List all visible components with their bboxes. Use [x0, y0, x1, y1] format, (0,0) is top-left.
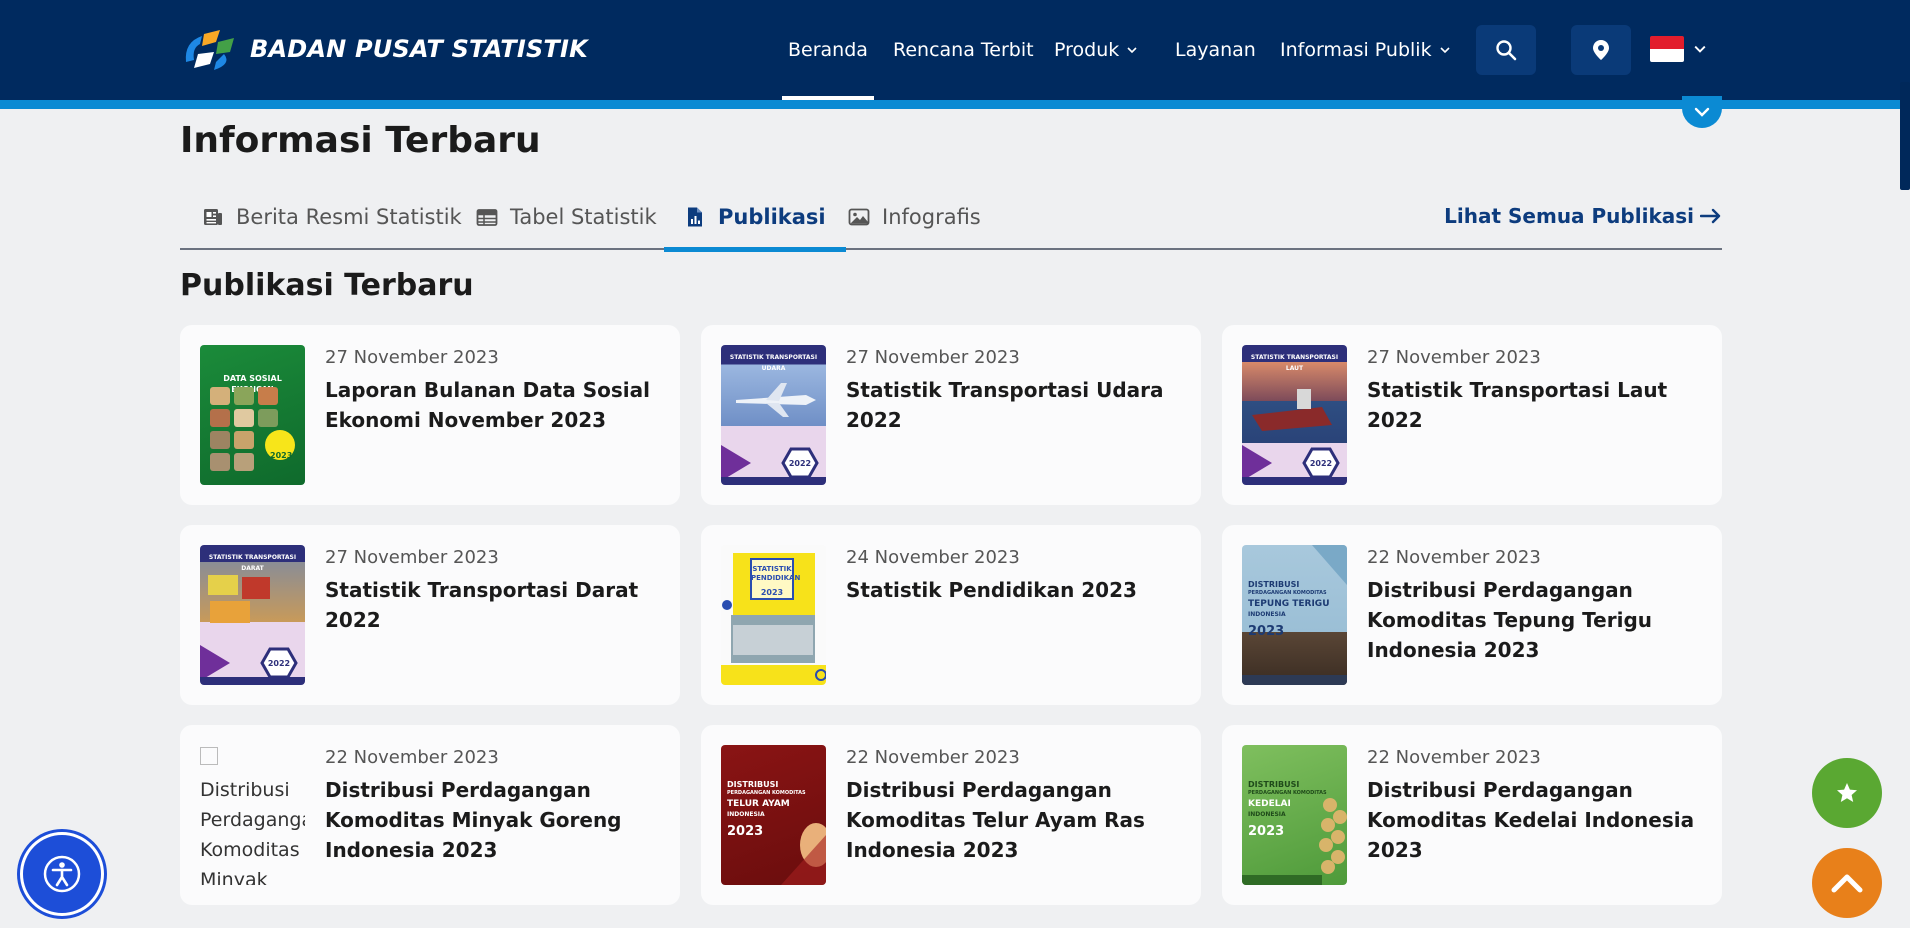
publication-date: 24 November 2023 — [846, 547, 1020, 568]
star-icon — [1837, 783, 1857, 802]
indonesia-flag-icon — [1650, 36, 1684, 62]
publication-cover: DISTRIBUSI PERDAGANGAN KOMODITAS TELUR A… — [721, 745, 826, 885]
publication-card[interactable]: DISTRIBUSI PERDAGANGAN KOMODITAS KEDELAI… — [1222, 725, 1722, 905]
search-button[interactable] — [1476, 25, 1536, 75]
nav-layanan[interactable]: Layanan — [1175, 0, 1256, 100]
publication-card[interactable]: DISTRIBUSI PERDAGANGAN KOMODITAS TELUR A… — [701, 725, 1201, 905]
publication-date: 27 November 2023 — [325, 347, 499, 368]
publication-cover: STATISTIK TRANSPORTASI DARAT 2022 — [200, 545, 305, 685]
publication-date: 22 November 2023 — [846, 747, 1020, 768]
chevron-down-icon — [1694, 107, 1710, 117]
publication-date: 27 November 2023 — [1367, 347, 1541, 368]
publication-card[interactable]: Distribusi Perdagangan Komoditas Minyak … — [180, 725, 680, 905]
publication-cover: STATISTIK PENDIDIKAN 2023 — [721, 545, 826, 685]
tab-publikasi[interactable]: Publikasi — [664, 188, 846, 252]
publication-card[interactable]: DISTRIBUSI PERDAGANGAN KOMODITAS TEPUNG … — [1222, 525, 1722, 705]
table-icon — [476, 206, 498, 228]
publication-title: Laporan Bulanan Data Sosial Ekonomi Nove… — [325, 378, 650, 432]
chevron-down-icon — [1127, 47, 1137, 54]
publication-date: 27 November 2023 — [846, 347, 1020, 368]
favorite-button[interactable] — [1812, 758, 1882, 828]
publication-card[interactable]: STATISTIK TRANSPORTASI LAUT 2022 27 Nove… — [1222, 325, 1722, 505]
tab-berita-resmi-statistik[interactable]: Berita Resmi Statistik — [202, 188, 462, 246]
chevron-down-icon — [1440, 47, 1450, 54]
nav-informasi-publik[interactable]: Informasi Publik — [1280, 0, 1450, 100]
publication-title: Statistik Transportasi Darat 2022 — [325, 578, 639, 632]
page-scrollbar[interactable] — [1900, 82, 1910, 190]
publication-cover: DATA SOSIAL EKONOMI 2023 — [200, 345, 305, 485]
see-all-label: Lihat Semua Publikasi — [1444, 204, 1694, 228]
publication-title: Distribusi Perdagangan Komoditas Minyak … — [325, 778, 622, 862]
publication-title: Distribusi Perdagangan Komoditas Telur A… — [846, 778, 1145, 862]
nav-rencana-terbit[interactable]: Rencana Terbit — [893, 0, 1034, 100]
publication-card[interactable]: DATA SOSIAL EKONOMI 2023 27 November 202… — [180, 325, 680, 505]
language-selector[interactable] — [1650, 36, 1706, 62]
location-button[interactable] — [1571, 25, 1631, 75]
section-title: Informasi Terbaru — [180, 120, 541, 161]
nav-label: Informasi Publik — [1280, 39, 1432, 61]
header-accent-stripe — [0, 100, 1910, 109]
publication-title: Statistik Transportasi Laut 2022 — [1367, 378, 1668, 432]
search-icon — [1496, 40, 1517, 61]
cover-year: 2022 — [267, 659, 291, 668]
broken-cover-image: Distribusi Perdagangan Komoditas Minyak — [200, 745, 305, 885]
nav-produk[interactable]: Produk — [1054, 0, 1137, 100]
newspaper-icon — [202, 206, 224, 228]
publication-cover: STATISTIK TRANSPORTASI LAUT 2022 — [1242, 345, 1347, 485]
nav-label: Rencana Terbit — [893, 39, 1034, 61]
publication-date: 22 November 2023 — [1367, 547, 1541, 568]
publications-title: Publikasi Terbaru — [180, 268, 474, 303]
publication-cover: DISTRIBUSI PERDAGANGAN KOMODITAS TEPUNG … — [1242, 545, 1347, 685]
tab-label: Publikasi — [718, 205, 826, 229]
publication-date: 27 November 2023 — [325, 547, 499, 568]
cover-year: 2023 — [270, 451, 293, 460]
bps-logo[interactable]: BADAN PUSAT STATISTIK — [180, 24, 588, 74]
publication-card[interactable]: STATISTIK TRANSPORTASI UDARA 2022 27 Nov… — [701, 325, 1201, 505]
publication-title: Statistik Pendidikan 2023 — [846, 578, 1137, 602]
tab-tabel-statistik[interactable]: Tabel Statistik — [476, 188, 657, 246]
accessibility-icon — [43, 855, 81, 893]
document-chart-icon — [684, 206, 706, 228]
broken-image-icon — [200, 747, 218, 765]
publication-card[interactable]: STATISTIK TRANSPORTASI DARAT 2022 27 Nov… — [180, 525, 680, 705]
tab-label: Infografis — [882, 205, 981, 229]
publication-card[interactable]: STATISTIK PENDIDIKAN 2023 24 November 20… — [701, 525, 1201, 705]
tab-label: Tabel Statistik — [510, 205, 657, 229]
publication-cover: DISTRIBUSI PERDAGANGAN KOMODITAS KEDELAI… — [1242, 745, 1347, 885]
publication-title: Statistik Transportasi Udara 2022 — [846, 378, 1164, 432]
location-pin-icon — [1593, 40, 1609, 60]
cover-alt-text: Distribusi Perdagangan Komoditas Minyak — [200, 779, 305, 885]
see-all-publications-link[interactable]: Lihat Semua Publikasi — [1444, 204, 1722, 228]
collapse-button[interactable] — [1682, 96, 1722, 128]
nav-label: Produk — [1054, 39, 1120, 61]
tab-infografis[interactable]: Infografis — [848, 188, 981, 246]
arrow-right-icon — [1700, 208, 1721, 224]
image-icon — [848, 206, 870, 228]
cover-year: 2022 — [1309, 459, 1333, 468]
publication-cover: STATISTIK TRANSPORTASI UDARA 2022 — [721, 345, 826, 485]
publication-date: 22 November 2023 — [325, 747, 499, 768]
brand-name: BADAN PUSAT STATISTIK — [250, 35, 588, 63]
nav-beranda[interactable]: Beranda — [782, 0, 874, 100]
chevron-down-icon — [1694, 45, 1706, 53]
info-tabs: Berita Resmi Statistik Tabel Statistik P… — [180, 188, 1722, 252]
top-navbar: BADAN PUSAT STATISTIK Beranda Rencana Te… — [0, 0, 1910, 100]
publication-title: Distribusi Perdagangan Komoditas Kedelai… — [1367, 778, 1695, 862]
accessibility-button[interactable] — [20, 832, 104, 916]
nav-label: Beranda — [788, 39, 868, 61]
cover-year: 2022 — [788, 459, 812, 468]
cover-year: 2023 — [760, 588, 784, 597]
bps-logo-icon — [180, 24, 240, 74]
scroll-to-top-button[interactable] — [1812, 848, 1882, 918]
publication-title: Distribusi Perdagangan Komoditas Tepung … — [1367, 578, 1653, 662]
nav-label: Layanan — [1175, 39, 1256, 61]
chevron-up-icon — [1831, 874, 1863, 893]
cover-label: STATISTIK PENDIDIKAN — [751, 565, 801, 582]
publication-date: 22 November 2023 — [1367, 747, 1541, 768]
tab-label: Berita Resmi Statistik — [236, 205, 462, 229]
